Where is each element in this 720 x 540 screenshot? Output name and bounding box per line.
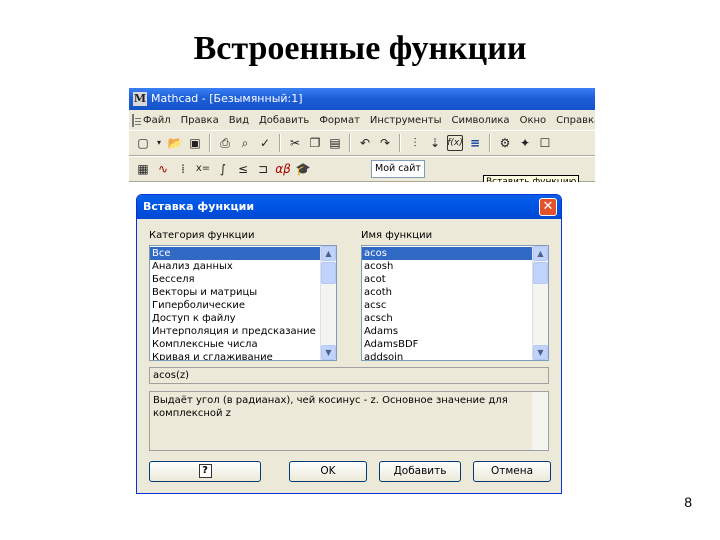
function-item[interactable]: Adams	[362, 325, 532, 338]
site-combo[interactable]: Мой сайт	[371, 160, 425, 178]
menu-bar: Файл Правка Вид Добавить Формат Инструме…	[129, 110, 595, 130]
function-listbox[interactable]: acos acosh acot acoth acsc acsch Adams A…	[361, 245, 549, 361]
cut-icon[interactable]: ✂	[287, 135, 303, 151]
toolbar-separator	[349, 134, 351, 152]
redo-icon[interactable]: ↷	[377, 135, 393, 151]
calculator-icon[interactable]: ▦	[135, 161, 151, 177]
dialog-title: Вставка функции	[143, 200, 255, 213]
new-document-icon[interactable]: ▢	[135, 135, 151, 151]
undo-icon[interactable]: ↶	[357, 135, 373, 151]
function-item-selected[interactable]: acos	[362, 247, 532, 260]
align-down-icon[interactable]: ⇣	[427, 135, 443, 151]
copy-icon[interactable]: ❐	[307, 135, 323, 151]
scroll-down-icon[interactable]: ▼	[321, 345, 336, 360]
resource-icon[interactable]: ⚙	[497, 135, 513, 151]
paste-icon[interactable]: ▤	[327, 135, 343, 151]
matrix-icon[interactable]: ⁞	[175, 161, 191, 177]
function-item[interactable]: acoth	[362, 286, 532, 299]
standard-toolbar: ▢ ▾ 📂 ▣ ⎙ ⌕ ✓ ✂ ❐ ▤ ↶ ↷ ⫶ ⇣ f(x) ≡ ⚙ ✦ ☐	[129, 130, 595, 156]
document-icon	[132, 113, 141, 127]
print-preview-icon[interactable]: ⌕	[237, 135, 253, 151]
spell-check-icon[interactable]: ✓	[257, 135, 273, 151]
align-icon[interactable]: ⫶	[407, 135, 423, 151]
function-syntax: acos(z)	[149, 367, 549, 384]
function-item[interactable]: addsoin	[362, 351, 532, 360]
menu-help[interactable]: Справка	[551, 115, 595, 126]
insert-function-dialog: Вставка функции ✕ Категория функции Имя …	[136, 194, 562, 494]
category-item[interactable]: Кривая и сглаживание	[150, 351, 320, 360]
help-button[interactable]: ?	[149, 461, 261, 482]
menu-edit[interactable]: Правка	[176, 115, 224, 126]
function-scrollbar[interactable]: ▲ ▼	[532, 246, 548, 360]
menu-format[interactable]: Формат	[314, 115, 365, 126]
scroll-up-icon[interactable]: ▲	[321, 246, 336, 261]
insert-unit-icon[interactable]: ≡	[467, 135, 483, 151]
function-name-label: Имя функции	[361, 230, 433, 241]
dropdown-arrow-icon[interactable]: ▾	[155, 135, 163, 151]
close-icon[interactable]: ✕	[539, 198, 557, 216]
slide-number: 8	[684, 494, 692, 510]
description-text: Выдаёт угол (в радианах), чей косинус - …	[153, 395, 508, 419]
window-icon[interactable]: ☐	[537, 135, 553, 151]
open-folder-icon[interactable]: 📂	[167, 135, 183, 151]
scroll-thumb[interactable]	[321, 262, 336, 284]
dialog-titlebar: Вставка функции	[137, 195, 561, 219]
add-button[interactable]: Добавить	[379, 461, 461, 482]
print-icon[interactable]: ⎙	[217, 135, 233, 151]
function-item[interactable]: acosh	[362, 260, 532, 273]
programming-icon[interactable]: ⊐	[255, 161, 271, 177]
insert-function-icon[interactable]: f(x)	[447, 135, 463, 151]
scroll-up-icon[interactable]: ▲	[533, 246, 548, 261]
greek-icon[interactable]: αβ	[275, 161, 291, 177]
scroll-thumb[interactable]	[533, 262, 548, 284]
function-item[interactable]: acsch	[362, 312, 532, 325]
function-item[interactable]: acot	[362, 273, 532, 286]
mathcad-logo-icon: M	[133, 92, 147, 106]
save-icon[interactable]: ▣	[187, 135, 203, 151]
toolbar-separator	[399, 134, 401, 152]
help-icon: ?	[198, 464, 212, 478]
symbolic-icon[interactable]: 🎓	[295, 161, 311, 177]
toolbar-separator	[489, 134, 491, 152]
menu-view[interactable]: Вид	[224, 115, 254, 126]
cancel-button[interactable]: Отмена	[473, 461, 551, 482]
category-item[interactable]: Векторы и матрицы	[150, 286, 320, 299]
menu-insert[interactable]: Добавить	[254, 115, 314, 126]
category-scrollbar[interactable]: ▲ ▼	[320, 246, 336, 360]
menu-tools[interactable]: Инструменты	[365, 115, 447, 126]
scroll-down-icon[interactable]: ▼	[533, 345, 548, 360]
menu-window[interactable]: Окно	[515, 115, 552, 126]
graph-icon[interactable]: ∿	[155, 161, 171, 177]
toolbar-separator	[209, 134, 211, 152]
boolean-icon[interactable]: ≤	[235, 161, 251, 177]
category-item[interactable]: Интерполяция и предсказание	[150, 325, 320, 338]
category-item[interactable]: Доступ к файлу	[150, 312, 320, 325]
toolbar-separator	[279, 134, 281, 152]
category-label: Категория функции	[149, 230, 255, 241]
component-icon[interactable]: ✦	[517, 135, 533, 151]
menu-symbolics[interactable]: Символика	[446, 115, 514, 126]
category-item[interactable]: Комплексные числа	[150, 338, 320, 351]
slide-title: Встроенные функции	[193, 30, 527, 67]
app-titlebar: M Mathcad - [Безымянный:1]	[129, 88, 595, 110]
evaluation-icon[interactable]: x=	[195, 161, 211, 177]
category-item[interactable]: Гиперболические	[150, 299, 320, 312]
menu-file[interactable]: Файл	[138, 115, 176, 126]
function-item[interactable]: AdamsBDF	[362, 338, 532, 351]
function-item[interactable]: acsc	[362, 299, 532, 312]
category-item[interactable]: Бесселя	[150, 273, 320, 286]
function-description: Выдаёт угол (в радианах), чей косинус - …	[149, 391, 549, 451]
ok-button[interactable]: OK	[289, 461, 367, 482]
description-scrollbar[interactable]	[532, 392, 548, 450]
category-item[interactable]: Анализ данных	[150, 260, 320, 273]
calculus-icon[interactable]: ∫	[215, 161, 231, 177]
category-item-selected[interactable]: Все	[150, 247, 320, 260]
app-title: Mathcad - [Безымянный:1]	[151, 92, 303, 105]
category-listbox[interactable]: Все Анализ данных Бесселя Векторы и матр…	[149, 245, 337, 361]
